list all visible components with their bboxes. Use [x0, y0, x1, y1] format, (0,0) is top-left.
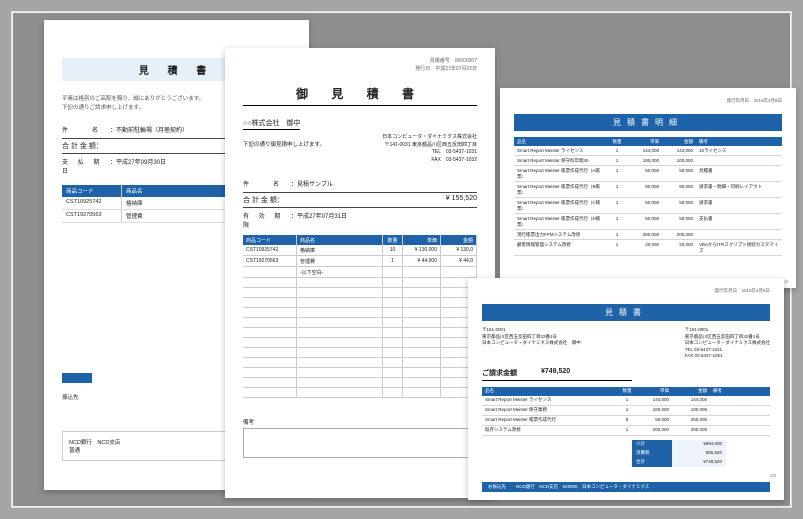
total-b: 合 計 金 額： ¥ 155,520: [243, 192, 477, 208]
table-head-b: 商品コード 商品名 数量 単価 金額: [243, 235, 477, 245]
total-label-a: 合 計 金 額：: [62, 141, 103, 151]
table-row: [243, 338, 477, 348]
remark-box: [243, 428, 477, 458]
subject-value: ：不動前駐輪場（月極契約）: [110, 125, 188, 134]
table-head-c: 品名 数量 単価 金額 備考: [514, 137, 782, 146]
table-row: [243, 358, 477, 368]
table-row: [243, 328, 477, 338]
table-row: [243, 368, 477, 378]
table-row: Smart Report Meister ライセンス1144,000144,00…: [482, 396, 770, 406]
parties: 〒161-0001 東京都品川区西五反田四丁目32番1号 日本コンピュータ・ダイ…: [482, 327, 770, 360]
table-row: CST10925742格納庫10¥ 130,000¥ 130,0: [243, 245, 477, 256]
table-row: Smart Report Meister 帳票作成代行（C帳票）150,0005…: [514, 198, 782, 214]
table-row: Smart Report Meister ライセンス1144,000144,00…: [514, 146, 782, 156]
table-row: [243, 388, 477, 398]
company-block: 日本コンピュータ・ダイナミクス株式会社 〒141-0031 東京都品川区西五反田…: [243, 134, 477, 164]
meta-d: 発行年月日 2019年4月8日: [482, 288, 770, 294]
table-row: Smart Report Meister 帳票作成代行（A帳票）150,0005…: [514, 166, 782, 182]
paydate-label: 支 払 期 日: [62, 157, 104, 175]
table-row: [243, 288, 477, 298]
table-row: [243, 318, 477, 328]
table-row: Smart Report Meister 帳票作成代行550,000250,00…: [482, 416, 770, 426]
subject-label: 件 名: [62, 125, 104, 134]
title-d: 見積書: [482, 304, 770, 321]
footer-d: お振込先 NCD銀行 NCD支店 549000 日本コンピュータ・ダイナミクス: [482, 482, 770, 492]
table-row: Smart Report Meister 保守料年間4h1100,000100,…: [514, 156, 782, 166]
table-row: 現行帳票出力FPMシステム改修1200,000200,000: [514, 230, 782, 240]
subtotal-block: 小計¥694,000 消費税¥55,520 合計¥749,520: [632, 440, 770, 467]
meta-c: 発行年月日 2019年4月8日: [514, 98, 782, 104]
table-row: [243, 378, 477, 388]
table-row: CST19270563管理費1¥ 44,000¥ 44,0: [243, 256, 477, 267]
table-row: 顧客情報管理システム改修120,00020,000VBAからITRスクリプト接続…: [514, 240, 782, 256]
table-row: [243, 278, 477, 288]
table-row: -以下空白-: [243, 267, 477, 278]
recipient: ○○株式会社 御中: [243, 118, 300, 130]
page-num-d: 1/2: [770, 473, 776, 478]
remark-label: 備考: [243, 418, 477, 426]
doc-formal-estimate: 見積番号 00000007 発行日 平成27年07月22日 御 見 積 書 ○○…: [225, 48, 495, 498]
title-b: 御 見 積 書: [243, 79, 477, 106]
doc-detail-landscape: 発行年月日 2019年4月8日 見積書明細 品名 数量 単価 金額 備考 Sma…: [500, 88, 796, 288]
table-row: Smart Report Meister 帳票作成代行（B帳票）180,0008…: [514, 182, 782, 198]
table-row: [243, 348, 477, 358]
title-c: 見積書明細: [514, 114, 782, 131]
col-code: 商品コード: [62, 185, 122, 197]
table-row: Smart Report Meister 保守業務1100,000100,000: [482, 406, 770, 416]
request-total: ご請求金額 ¥749,520: [482, 366, 632, 381]
to-block: 〒161-0001 東京都品川区西五反田四丁目32番1号 日本コンピュータ・ダイ…: [685, 327, 770, 360]
canvas-frame: 見 積 書 平素は格別のご高配を賜り、誠にありがとうございます。 下記の通りご請…: [11, 11, 792, 508]
meta-b: 見積番号 00000007 発行日 平成27年07月22日: [243, 58, 477, 73]
table-row: [243, 308, 477, 318]
table-row: Smart Report Meister 帳票作成代行（D帳票）150,0005…: [514, 214, 782, 230]
accent-bar: [62, 373, 92, 383]
table-head-d: 品名 数量 単価 金額 備考: [482, 387, 770, 396]
from-block: 〒161-0001 東京都品川区西五反田四丁目32番1号 日本コンピュータ・ダイ…: [482, 327, 581, 360]
table-row: 既存システム改修1200,000200,000: [482, 426, 770, 436]
table-row: [243, 298, 477, 308]
doc-quote-landscape: 発行年月日 2019年4月8日 見積書 〒161-0001 東京都品川区西五反田…: [468, 278, 784, 500]
paydate-value: ：平成27年09月30日: [110, 157, 166, 175]
